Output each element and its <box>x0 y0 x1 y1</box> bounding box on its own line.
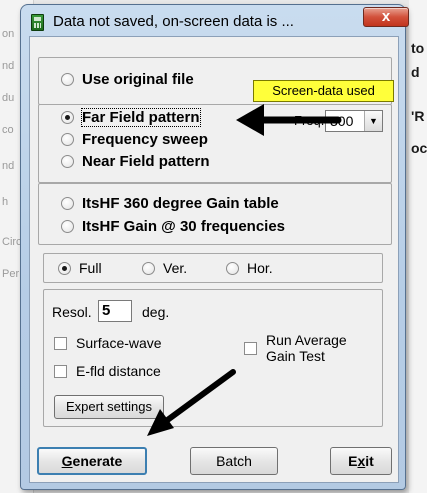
run-average-label: Run Average Gain Test <box>266 332 347 364</box>
near-field-option[interactable]: Near Field pattern <box>61 153 210 170</box>
ver-label: Ver. <box>163 260 188 276</box>
hor-label: Hor. <box>247 260 273 276</box>
use-original-label: Use original file <box>82 71 194 88</box>
full-radio[interactable] <box>58 261 71 275</box>
efld-distance-label: E-fld distance <box>76 363 161 379</box>
bg-fragment: h <box>2 196 9 208</box>
efld-distance-checkbox[interactable] <box>54 365 67 378</box>
exit-button[interactable]: Exit <box>330 447 392 475</box>
view-group: Full Ver. Hor. <box>43 253 383 283</box>
bg-fragment: to <box>411 40 425 56</box>
gain-30-label: ItsHF Gain @ 30 frequencies <box>82 218 286 235</box>
gain-table-option[interactable]: ItsHF 360 degree Gain table <box>61 195 279 212</box>
use-original-radio[interactable] <box>61 73 74 86</box>
gain-table-radio[interactable] <box>61 197 74 210</box>
use-original-option[interactable]: Use original file <box>61 71 194 88</box>
settings-group: Resol. 5 deg. Surface-wave E-fld distanc… <box>43 289 383 427</box>
generate-button[interactable]: Generate <box>37 447 147 475</box>
run-average-line2: Gain Test <box>266 348 325 364</box>
bg-fragment: 'R <box>411 108 425 124</box>
exit-suffix: it <box>365 453 374 469</box>
near-field-radio[interactable] <box>61 155 74 168</box>
run-average-option[interactable]: Run Average Gain Test <box>244 332 347 364</box>
bg-fragment: Per <box>2 268 20 280</box>
hor-radio[interactable] <box>226 261 239 275</box>
freq-label: Freq.: <box>294 113 328 128</box>
surface-wave-label: Surface-wave <box>76 335 162 351</box>
window-title: Data not saved, on-screen data is ... <box>53 13 294 30</box>
dialog-client-area: Use original file Far Field pattern Freq… <box>29 36 399 483</box>
deg-label: deg. <box>142 304 170 320</box>
gain-table-label: ItsHF 360 degree Gain table <box>82 195 279 212</box>
frequency-sweep-label: Frequency sweep <box>82 131 208 148</box>
resol-input[interactable]: 5 <box>98 300 132 322</box>
full-label: Full <box>79 260 102 276</box>
hor-option[interactable]: Hor. <box>226 260 273 276</box>
bg-fragment: du <box>2 92 15 104</box>
close-button[interactable]: x <box>363 7 409 27</box>
gain-30-radio[interactable] <box>61 220 74 233</box>
bg-fragment: nd <box>2 60 15 72</box>
itshf-group: ItsHF 360 degree Gain table ItsHF Gain @… <box>38 183 392 245</box>
freq-value: 300 <box>330 113 354 129</box>
near-field-label: Near Field pattern <box>82 153 210 170</box>
bg-fragment: oc <box>411 140 427 156</box>
bg-fragment: d <box>411 64 420 80</box>
run-average-checkbox[interactable] <box>244 342 257 355</box>
bg-fragment: Circ <box>2 236 22 248</box>
frequency-sweep-option[interactable]: Frequency sweep <box>61 131 208 148</box>
far-field-option[interactable]: Far Field pattern <box>61 108 201 127</box>
batch-button[interactable]: Batch <box>190 447 278 475</box>
generate-label: enerate <box>72 453 123 469</box>
dialog-window: Data not saved, on-screen data is ... x … <box>20 4 409 490</box>
run-average-line1: Run Average <box>266 332 347 348</box>
far-field-radio[interactable] <box>61 111 74 124</box>
full-option[interactable]: Full <box>58 260 102 276</box>
chevron-down-icon[interactable]: ▼ <box>364 111 382 131</box>
gain-30-option[interactable]: ItsHF Gain @ 30 frequencies <box>61 218 285 235</box>
surface-wave-checkbox[interactable] <box>54 337 67 350</box>
ver-radio[interactable] <box>142 261 155 275</box>
surface-wave-option[interactable]: Surface-wave <box>54 335 162 351</box>
freq-dropdown[interactable]: 300 ▼ <box>325 110 383 132</box>
frequency-sweep-radio[interactable] <box>61 133 74 146</box>
pattern-group: Far Field pattern Frequency sweep Near F… <box>38 104 392 183</box>
background-right-panel: to d 'R oc <box>409 0 427 493</box>
bg-fragment: nd <box>2 160 15 172</box>
ver-option[interactable]: Ver. <box>142 260 187 276</box>
bg-fragment: on <box>2 28 15 40</box>
resol-label: Resol. <box>52 304 92 320</box>
bg-fragment: co <box>2 124 14 136</box>
generate-mnemonic: G <box>61 453 73 469</box>
efld-distance-option[interactable]: E-fld distance <box>54 363 161 379</box>
far-field-label: Far Field pattern <box>81 108 201 127</box>
calculator-icon <box>31 14 44 31</box>
screen-data-tooltip: Screen-data used <box>253 80 394 102</box>
expert-settings-button[interactable]: Expert settings <box>54 395 164 419</box>
title-bar[interactable]: Data not saved, on-screen data is ... x <box>21 5 409 37</box>
